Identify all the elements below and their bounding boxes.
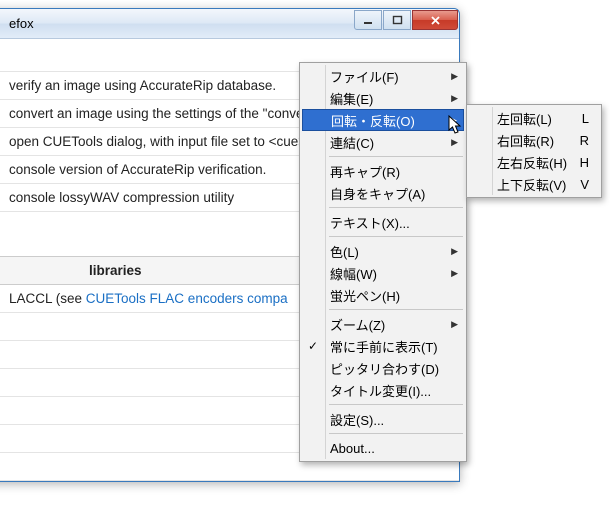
menu-separator [329, 207, 463, 208]
menu-about[interactable]: About... [302, 437, 464, 459]
submenu-rotate-right[interactable]: 右回転(R)R [469, 129, 599, 151]
menu-separator [329, 433, 463, 434]
titlebar[interactable]: efox [0, 9, 459, 39]
submenu-rotate-left[interactable]: 左回転(L)L [469, 107, 599, 129]
menu-rotate-flip[interactable]: 回転・反転(O)▶ [302, 109, 464, 131]
menu-capture-self[interactable]: 自身をキャプ(A) [302, 182, 464, 204]
menu-concat[interactable]: 連結(C)▶ [302, 131, 464, 153]
rotate-submenu: 左回転(L)L 右回転(R)R 左右反転(H)H 上下反転(V)V [466, 104, 602, 198]
menu-settings[interactable]: 設定(S)... [302, 408, 464, 430]
menu-edit[interactable]: 編集(E)▶ [302, 87, 464, 109]
menu-zoom[interactable]: ズーム(Z)▶ [302, 313, 464, 335]
menu-separator [329, 156, 463, 157]
menu-color[interactable]: 色(L)▶ [302, 240, 464, 262]
menu-recapture[interactable]: 再キャプ(R) [302, 160, 464, 182]
menu-separator [329, 404, 463, 405]
menu-separator [329, 309, 463, 310]
menu-highlighter[interactable]: 蛍光ペン(H) [302, 284, 464, 306]
menu-line-width[interactable]: 線幅(W)▶ [302, 262, 464, 284]
submenu-flip-horizontal[interactable]: 左右反転(H)H [469, 151, 599, 173]
maximize-button[interactable] [383, 10, 411, 30]
check-icon: ✓ [308, 339, 318, 353]
encoder-comparison-link[interactable]: CUETools FLAC encoders compa [86, 291, 288, 306]
window-title: efox [9, 16, 34, 31]
minimize-button[interactable] [354, 10, 382, 30]
window-controls [354, 9, 459, 31]
menu-text[interactable]: テキスト(X)... [302, 211, 464, 233]
menu-title-change[interactable]: タイトル変更(I)... [302, 379, 464, 401]
row-text: LACCL (see [9, 291, 86, 306]
menu-always-on-top[interactable]: ✓常に手前に表示(T) [302, 335, 464, 357]
context-menu: ファイル(F)▶ 編集(E)▶ 回転・反転(O)▶ 連結(C)▶ 再キャプ(R)… [299, 62, 467, 462]
menu-separator [329, 236, 463, 237]
menu-file[interactable]: ファイル(F)▶ [302, 65, 464, 87]
submenu-flip-vertical[interactable]: 上下反転(V)V [469, 173, 599, 195]
menu-fit[interactable]: ピッタリ合わす(D) [302, 357, 464, 379]
close-button[interactable] [412, 10, 458, 30]
